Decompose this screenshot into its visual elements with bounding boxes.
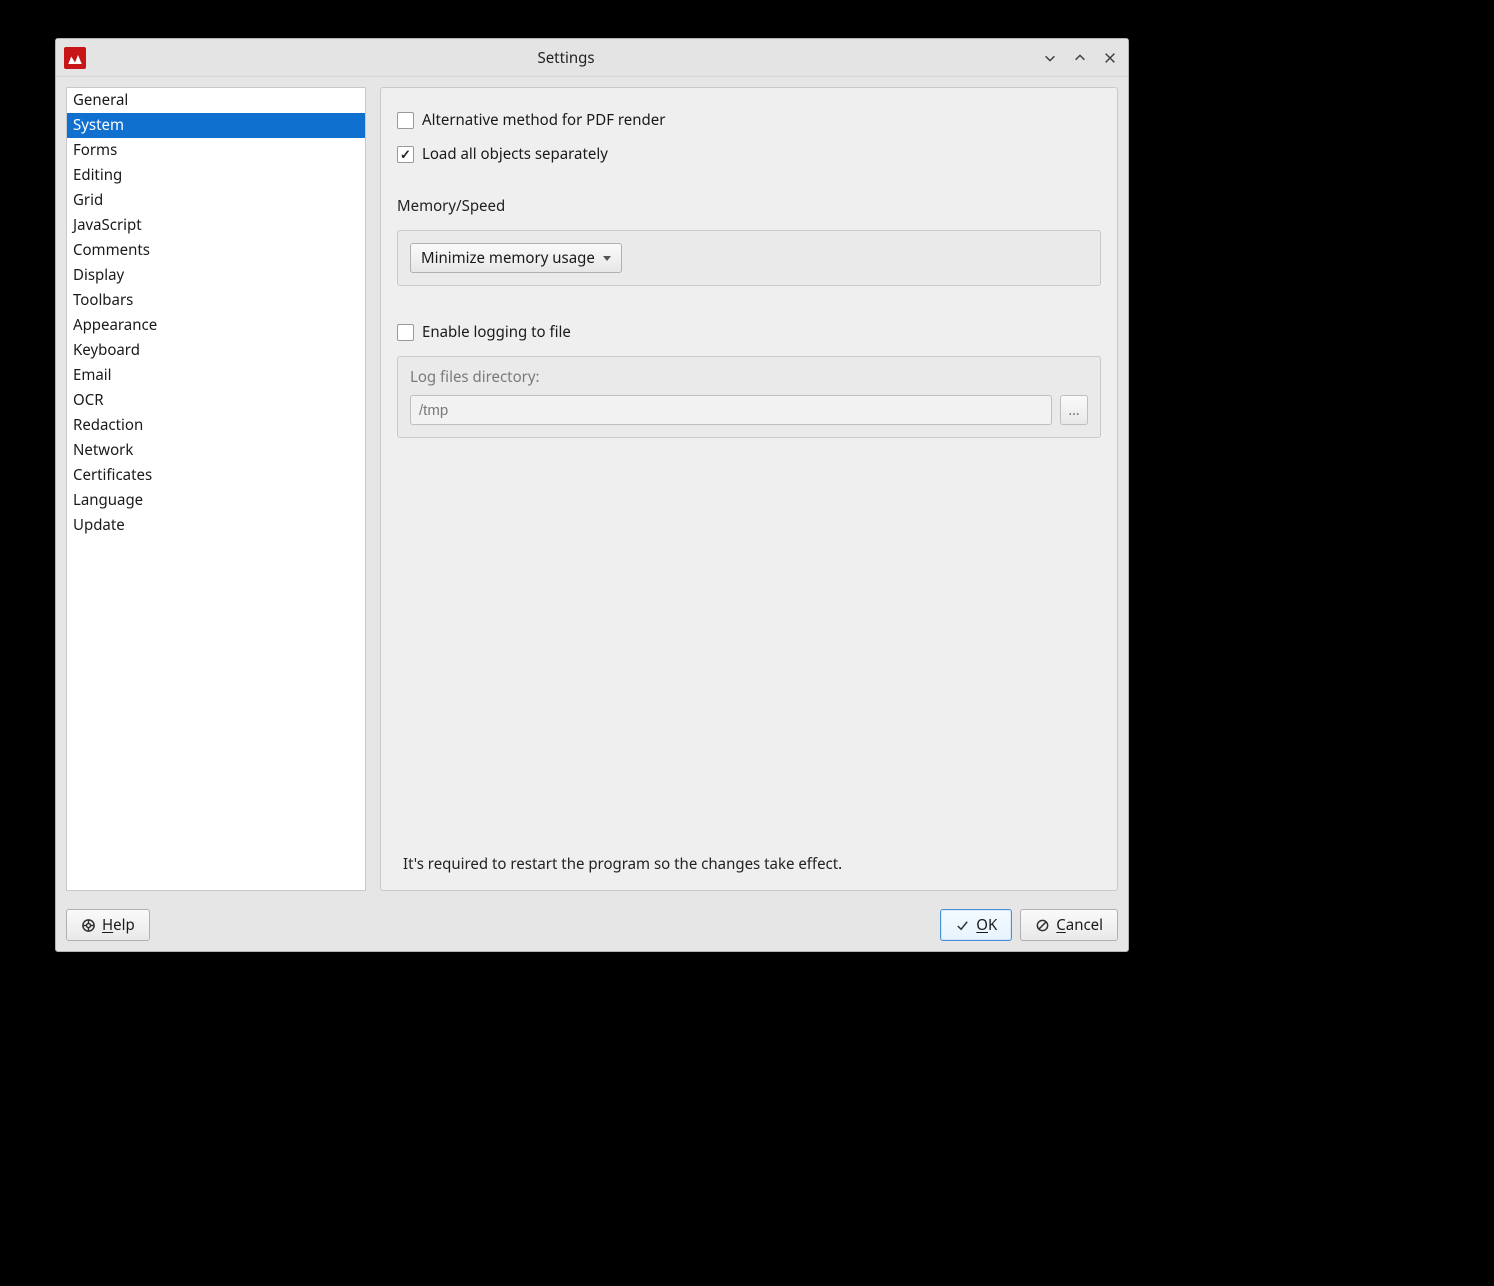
ok-button[interactable]: OK <box>940 909 1012 941</box>
system-panel: Alternative method for PDF render Load a… <box>380 87 1118 891</box>
sidebar-item-editing[interactable]: Editing <box>67 163 365 188</box>
titlebar: Settings <box>56 39 1128 77</box>
sidebar-item-grid[interactable]: Grid <box>67 188 365 213</box>
sidebar-item-appearance[interactable]: Appearance <box>67 313 365 338</box>
sidebar-item-toolbars[interactable]: Toolbars <box>67 288 365 313</box>
browse-log-directory-button[interactable]: ... <box>1060 395 1088 425</box>
settings-window: Settings GeneralSystemFormsEditingGridJa… <box>55 38 1129 952</box>
help-icon <box>81 918 96 933</box>
load-all-objects-label: Load all objects separately <box>422 144 608 164</box>
memory-speed-value: Minimize memory usage <box>421 248 595 268</box>
sidebar-item-system[interactable]: System <box>67 113 365 138</box>
alternative-render-row: Alternative method for PDF render <box>397 110 1101 130</box>
browse-label: ... <box>1068 401 1079 420</box>
maximize-button[interactable] <box>1070 48 1090 68</box>
minimize-button[interactable] <box>1040 48 1060 68</box>
sidebar-item-certificates[interactable]: Certificates <box>67 463 365 488</box>
dialog-footer: Help OK Cancel <box>56 901 1128 951</box>
ok-label: OK <box>976 915 997 935</box>
load-all-objects-row: Load all objects separately <box>397 144 1101 164</box>
memory-speed-dropdown[interactable]: Minimize memory usage <box>410 243 622 273</box>
enable-logging-row: Enable logging to file <box>397 322 1101 342</box>
enable-logging-label: Enable logging to file <box>422 322 571 342</box>
log-directory-input[interactable] <box>410 395 1052 425</box>
sidebar-item-comments[interactable]: Comments <box>67 238 365 263</box>
cancel-label: Cancel <box>1056 915 1103 935</box>
dialog-body: GeneralSystemFormsEditingGridJavaScriptC… <box>56 77 1128 901</box>
close-button[interactable] <box>1100 48 1120 68</box>
log-directory-group: Log files directory: ... <box>397 356 1101 438</box>
check-icon <box>955 918 970 933</box>
cancel-button[interactable]: Cancel <box>1020 909 1118 941</box>
sidebar-item-forms[interactable]: Forms <box>67 138 365 163</box>
prohibit-icon <box>1035 918 1050 933</box>
chevron-down-icon <box>603 256 611 261</box>
load-all-objects-checkbox[interactable] <box>397 146 414 163</box>
sidebar-item-network[interactable]: Network <box>67 438 365 463</box>
alternative-render-label: Alternative method for PDF render <box>422 110 665 130</box>
sidebar-item-display[interactable]: Display <box>67 263 365 288</box>
app-icon <box>64 47 86 69</box>
help-button[interactable]: Help <box>66 909 150 941</box>
settings-category-list: GeneralSystemFormsEditingGridJavaScriptC… <box>66 87 366 891</box>
sidebar-item-redaction[interactable]: Redaction <box>67 413 365 438</box>
sidebar-item-language[interactable]: Language <box>67 488 365 513</box>
memory-speed-group: Minimize memory usage <box>397 230 1101 286</box>
sidebar-item-javascript[interactable]: JavaScript <box>67 213 365 238</box>
sidebar-item-email[interactable]: Email <box>67 363 365 388</box>
help-label: Help <box>102 915 135 935</box>
memory-speed-label: Memory/Speed <box>397 196 1101 216</box>
log-directory-label: Log files directory: <box>410 367 1088 387</box>
window-title: Settings <box>92 48 1040 68</box>
settings-content: Alternative method for PDF render Load a… <box>380 87 1118 891</box>
restart-required-note: It's required to restart the program so … <box>397 848 1101 876</box>
sidebar-item-keyboard[interactable]: Keyboard <box>67 338 365 363</box>
sidebar-item-ocr[interactable]: OCR <box>67 388 365 413</box>
sidebar-item-update[interactable]: Update <box>67 513 365 538</box>
titlebar-controls <box>1040 48 1120 68</box>
enable-logging-checkbox[interactable] <box>397 324 414 341</box>
alternative-render-checkbox[interactable] <box>397 112 414 129</box>
sidebar-item-general[interactable]: General <box>67 88 365 113</box>
